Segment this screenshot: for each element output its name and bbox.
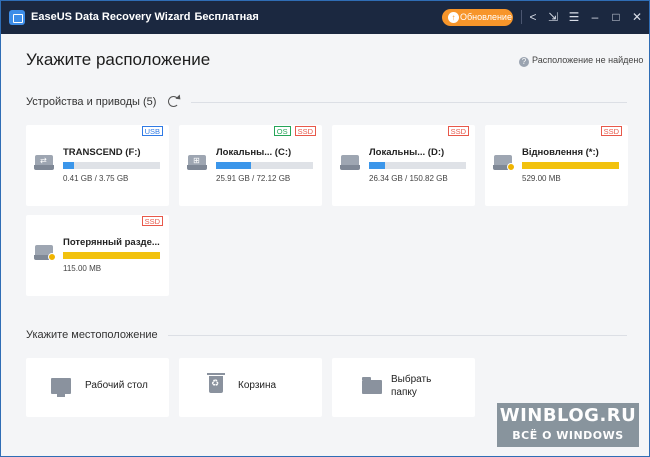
- os-badge: OS: [273, 126, 291, 136]
- drive-name: Локальны... (D:): [369, 147, 445, 158]
- usage-bar: [522, 162, 619, 169]
- drive-badges: USB: [141, 126, 163, 136]
- usage-bar-fill: [63, 252, 160, 259]
- usage-bar-fill: [522, 162, 619, 169]
- ssd-badge: SSD: [600, 126, 622, 136]
- drive-icon: [340, 155, 360, 170]
- usb-drive-icon: ⇄: [34, 155, 54, 170]
- watermark: WINBLOG.RU ВСЁ О WINDOWS: [497, 403, 639, 447]
- location-not-found-link[interactable]: ? Расположение не найдено: [519, 55, 643, 67]
- drive-name: Відновлення (*:): [522, 147, 599, 158]
- drive-badges: OS SSD: [273, 126, 316, 136]
- usage-bar-fill: [369, 162, 386, 169]
- share-icon[interactable]: <: [525, 9, 541, 25]
- ssd-badge: SSD: [447, 126, 469, 136]
- upgrade-arrow-icon: ↑: [448, 12, 459, 23]
- drive-badges: SSD: [447, 126, 469, 136]
- maximize-icon[interactable]: □: [608, 9, 624, 25]
- devices-divider: [191, 102, 627, 103]
- recycle-bin-icon: [207, 373, 225, 393]
- drive-size: 25.91 GB / 72.12 GB: [216, 174, 291, 183]
- usb-badge: USB: [141, 126, 163, 136]
- drive-card[interactable]: USB ⇄ TRANSCEND (F:) 0.41 GB / 3.75 GB: [26, 125, 169, 206]
- drive-badges: SSD: [141, 216, 163, 226]
- drive-card[interactable]: SSD Локальны... (D:) 26.34 GB / 150.82 G…: [332, 125, 475, 206]
- windows-drive-icon: ⊞: [187, 155, 207, 170]
- devices-heading: Устройства и приводы (5): [26, 96, 157, 108]
- desktop-icon: [51, 378, 71, 397]
- drive-card[interactable]: OS SSD ⊞ Локальны... (C:) 25.91 GB / 72.…: [179, 125, 322, 206]
- location-select-folder[interactable]: Выбрать папку: [332, 358, 475, 417]
- lost-drive-icon: [493, 155, 515, 171]
- edition-label: Бесплатная: [194, 11, 259, 23]
- location-recycle-bin[interactable]: Корзина: [179, 358, 322, 417]
- usage-bar-fill: [63, 162, 74, 169]
- lost-drive-icon: [34, 245, 56, 261]
- location-label: Корзина: [238, 380, 277, 391]
- location-label: Рабочий стол: [85, 380, 148, 391]
- app-title: EaseUS Data Recovery Wizard Бесплатная: [31, 11, 259, 23]
- update-button[interactable]: ↑ Обновление: [442, 9, 513, 26]
- drive-size: 115.00 MB: [63, 264, 102, 273]
- help-link-label: Расположение не найдено: [532, 55, 644, 65]
- titlebar-divider: [521, 10, 522, 24]
- drive-card[interactable]: SSD Потерянный разде... 115.00 MB: [26, 215, 169, 296]
- drive-card[interactable]: SSD Відновлення (*:) 529.00 MB: [485, 125, 628, 206]
- main-content: Укажите расположение ? Расположение не на…: [1, 34, 649, 456]
- usage-bar-fill: [216, 162, 251, 169]
- menu-icon[interactable]: ☰: [566, 9, 582, 25]
- question-icon: ?: [519, 57, 529, 67]
- ssd-badge: SSD: [141, 216, 163, 226]
- drive-size: 529.00 MB: [522, 174, 561, 183]
- drive-badges: SSD: [600, 126, 622, 136]
- watermark-title: WINBLOG.RU: [499, 405, 637, 426]
- page-title: Укажите расположение: [26, 50, 211, 69]
- login-icon[interactable]: ⇲: [545, 9, 561, 25]
- location-label-line2: папку: [391, 387, 417, 398]
- drive-name: TRANSCEND (F:): [63, 147, 141, 158]
- drive-name: Потерянный разде...: [63, 237, 160, 248]
- refresh-icon[interactable]: [168, 96, 179, 107]
- usage-bar: [369, 162, 466, 169]
- folder-icon: [362, 377, 382, 394]
- usage-bar: [63, 162, 160, 169]
- title-bar: EaseUS Data Recovery Wizard Бесплатная ↑ …: [1, 1, 649, 34]
- usage-bar: [63, 252, 160, 259]
- update-button-label: Обновление: [460, 12, 512, 22]
- location-desktop[interactable]: Рабочий стол: [26, 358, 169, 417]
- drive-name: Локальны... (C:): [216, 147, 292, 158]
- minimize-icon[interactable]: –: [587, 9, 603, 25]
- app-window: EaseUS Data Recovery Wizard Бесплатная ↑ …: [0, 0, 650, 457]
- locations-heading: Укажите местоположение: [26, 329, 158, 341]
- watermark-subtitle: ВСЁ О WINDOWS: [512, 429, 624, 442]
- locations-divider: [168, 335, 627, 336]
- ssd-badge: SSD: [294, 126, 316, 136]
- location-label-line1: Выбрать: [391, 374, 432, 385]
- drive-size: 26.34 GB / 150.82 GB: [369, 174, 448, 183]
- usage-bar: [216, 162, 313, 169]
- app-logo-icon: [9, 10, 25, 25]
- drive-size: 0.41 GB / 3.75 GB: [63, 174, 129, 183]
- app-name: EaseUS Data Recovery Wizard: [31, 11, 191, 23]
- close-icon[interactable]: ✕: [629, 9, 645, 25]
